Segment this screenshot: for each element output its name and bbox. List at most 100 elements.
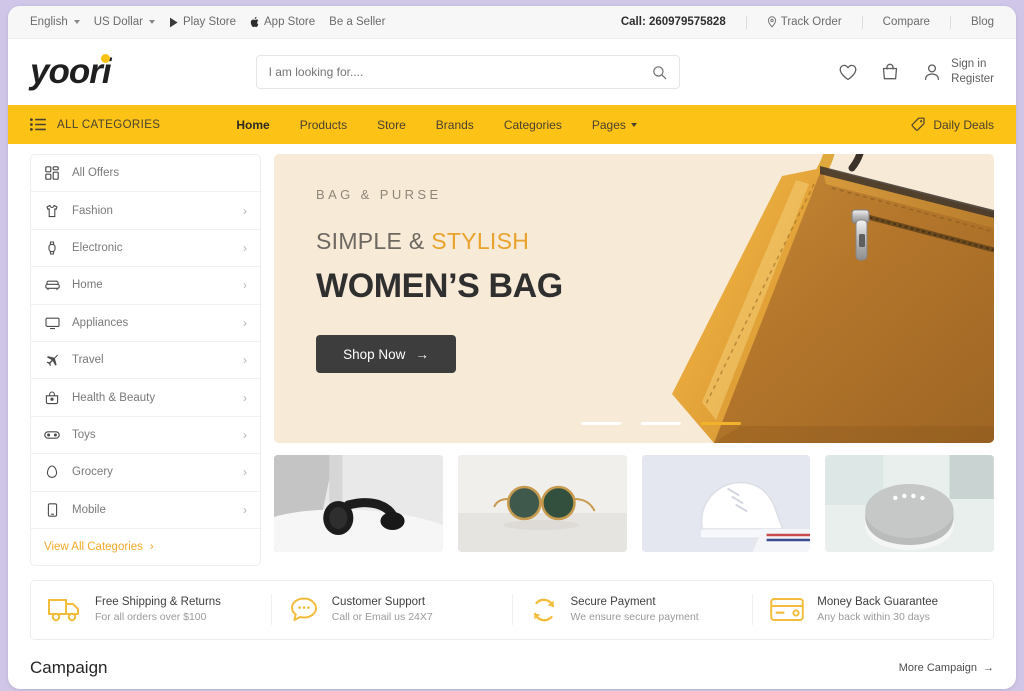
chevron-right-icon: ›	[243, 353, 247, 368]
chevron-right-icon: ›	[243, 240, 247, 255]
blog-link[interactable]: Blog	[971, 16, 994, 28]
be-a-seller-link[interactable]: Be a Seller	[329, 16, 385, 28]
logo-dot-icon	[100, 54, 110, 63]
track-order-label: Track Order	[780, 16, 842, 28]
app-window: English US Dollar Play Store App Store B…	[8, 6, 1016, 689]
shop-now-button[interactable]: Shop Now →	[316, 335, 456, 373]
site-header: yoori I am looking for.... Sign in Regis…	[8, 39, 1016, 105]
carousel-dot-2[interactable]	[641, 422, 681, 425]
sidebar-item-label: All Offers	[72, 167, 120, 180]
arrow-right-icon: →	[415, 346, 429, 362]
feature-customer-support: Customer Support Call or Email us 24X7	[270, 594, 512, 626]
hero-kicker: BAG & PURSE	[316, 187, 442, 202]
language-selector[interactable]: English	[30, 16, 80, 28]
feature-money-back: Money Back Guarantee Any back within 30 …	[752, 594, 993, 626]
search-input[interactable]	[268, 65, 652, 79]
chevron-right-icon: ›	[243, 427, 247, 442]
page-title: Campaign	[30, 657, 108, 677]
site-logo[interactable]: yoori	[30, 52, 112, 92]
carousel-indicators[interactable]	[581, 422, 741, 425]
compare-link[interactable]: Compare	[883, 16, 930, 28]
menu-list-icon	[30, 118, 46, 131]
nav-item-store[interactable]: Store	[377, 118, 406, 132]
thumbnail-sunglasses[interactable]	[457, 455, 627, 552]
call-number[interactable]: Call: 260979575828	[621, 16, 726, 28]
carousel-dot-3[interactable]	[701, 422, 741, 425]
feature-subtitle: Call or Email us 24X7	[331, 611, 433, 624]
cart-icon[interactable]	[879, 61, 901, 83]
hero-bag-image	[564, 154, 994, 443]
feature-secure-payment: Secure Payment We ensure secure payment	[511, 594, 753, 626]
sidebar-item-mobile[interactable]: Mobile ›	[31, 492, 260, 529]
sidebar-item-appliances[interactable]: Appliances ›	[31, 305, 260, 342]
hero-column: BAG & PURSE SIMPLE & STYLISH WOMEN’S BAG…	[274, 154, 994, 566]
tshirt-icon	[44, 204, 60, 218]
mask-icon	[44, 428, 60, 442]
hero-subtitle-highlight: STYLISH	[431, 228, 530, 254]
sidebar-item-all-offers[interactable]: All Offers	[31, 155, 260, 193]
sidebar-item-travel[interactable]: Travel ›	[31, 342, 260, 380]
play-store-link[interactable]: Play Store	[169, 16, 236, 28]
chevron-right-icon: ›	[243, 465, 247, 480]
chevron-right-icon: ›	[243, 502, 247, 517]
nav-item-products[interactable]: Products	[300, 118, 347, 132]
refresh-icon	[530, 596, 558, 624]
sofa-icon	[44, 278, 60, 292]
monitor-icon	[44, 316, 60, 330]
feature-title: Free Shipping & Returns	[95, 596, 221, 609]
search-bar[interactable]	[255, 55, 680, 89]
truck-icon	[48, 596, 82, 623]
wishlist-icon[interactable]	[837, 61, 859, 83]
be-a-seller-label: Be a Seller	[329, 16, 386, 28]
divider	[745, 15, 747, 29]
sidebar-item-label: Travel	[72, 354, 104, 367]
watch-icon	[44, 241, 60, 255]
language-label: English	[30, 16, 68, 28]
search-icon[interactable]	[652, 65, 667, 80]
nav-item-brands[interactable]: Brands	[436, 118, 474, 132]
app-store-label: App Store	[264, 16, 316, 28]
hero-banner[interactable]: BAG & PURSE SIMPLE & STYLISH WOMEN’S BAG…	[274, 154, 994, 443]
chevron-right-icon: ›	[149, 540, 154, 553]
track-order-link[interactable]: Track Order	[767, 16, 842, 28]
sidebar-item-label: Health & Beauty	[72, 391, 156, 404]
arrow-right-icon: →	[983, 661, 994, 674]
feature-free-shipping: Free Shipping & Returns For all orders o…	[31, 594, 271, 625]
grid-icon	[44, 166, 60, 180]
view-all-categories-link[interactable]: View All Categories ›	[31, 529, 260, 565]
carousel-dot-1[interactable]	[581, 422, 621, 425]
thumbnail-sneaker[interactable]	[641, 455, 811, 552]
currency-selector[interactable]: US Dollar	[94, 16, 155, 28]
chat-icon	[289, 596, 319, 624]
hero-text: BAG & PURSE SIMPLE & STYLISH WOMEN’S BAG…	[316, 187, 563, 373]
more-campaign-link[interactable]: More Campaign →	[899, 662, 994, 674]
sign-in-link[interactable]: Sign in	[951, 57, 994, 72]
all-categories-button[interactable]: ALL CATEGORIES	[30, 118, 160, 131]
sidebar-item-label: Fashion	[72, 204, 113, 217]
user-icon	[921, 61, 943, 83]
register-link[interactable]: Register	[951, 72, 994, 87]
sidebar-item-health-beauty[interactable]: Health & Beauty ›	[31, 379, 260, 417]
sidebar-item-toys[interactable]: Toys ›	[31, 417, 260, 455]
thumbnail-smart-speaker[interactable]	[825, 455, 994, 552]
utility-top-bar: English US Dollar Play Store App Store B…	[8, 6, 1016, 39]
nav-item-pages[interactable]: Pages	[592, 118, 637, 132]
app-store-link[interactable]: App Store	[250, 16, 315, 28]
product-thumbnail-strip	[274, 455, 994, 552]
feature-title: Customer Support	[331, 596, 426, 609]
divider	[861, 15, 863, 29]
divider	[949, 15, 951, 29]
sidebar-item-electronic[interactable]: Electronic ›	[31, 230, 260, 268]
nav-item-categories[interactable]: Categories	[504, 118, 562, 132]
sidebar-item-home[interactable]: Home ›	[31, 267, 260, 305]
daily-deals-link[interactable]: Daily Deals	[911, 117, 994, 132]
account-menu[interactable]: Sign in Register	[921, 57, 994, 87]
main-navigation: ALL CATEGORIES Home Products Store Brand…	[8, 105, 1016, 144]
thumbnail-headphones[interactable]	[274, 455, 443, 552]
phone-icon	[44, 502, 60, 517]
nav-item-home[interactable]: Home	[236, 118, 269, 132]
daily-deals-label: Daily Deals	[933, 117, 994, 132]
sidebar-item-fashion[interactable]: Fashion ›	[31, 192, 260, 230]
sidebar-item-grocery[interactable]: Grocery ›	[31, 454, 260, 492]
more-campaign-label: More Campaign	[898, 661, 977, 674]
